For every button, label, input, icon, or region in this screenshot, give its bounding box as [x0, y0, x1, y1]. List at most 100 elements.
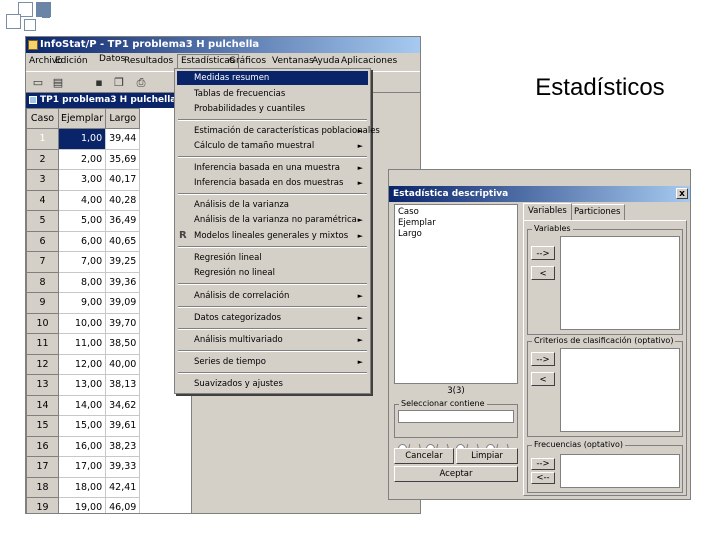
remove-freq-button[interactable]: <--: [531, 472, 555, 484]
menu-item-probabilidades[interactable]: Probabilidades y cuantiles: [177, 102, 368, 116]
row-number-cell[interactable]: 19: [26, 497, 59, 513]
menu-item-modelos-mixtos[interactable]: R Modelos lineales generales y mixtos ►: [177, 229, 368, 243]
column-header[interactable]: Largo: [105, 108, 141, 129]
table-row[interactable]: 1 1,00 39,44: [26, 128, 141, 150]
row-number-cell[interactable]: 16: [26, 435, 59, 457]
table-cell[interactable]: 39,36: [105, 271, 141, 293]
add-variable-button[interactable]: -->: [531, 246, 555, 260]
row-number-cell[interactable]: 5: [26, 210, 59, 232]
table-cell[interactable]: 8,00: [57, 271, 107, 293]
table-cell[interactable]: 36,49: [105, 210, 141, 232]
row-number-cell[interactable]: 13: [26, 374, 59, 396]
menu-item-medidas-resumen[interactable]: Medidas resumen: [177, 71, 368, 85]
menu-item-multivariado[interactable]: Análisis multivariado ►: [177, 333, 368, 347]
table-cell[interactable]: 13,00: [57, 374, 107, 396]
table-cell[interactable]: 39,61: [105, 415, 141, 437]
column-header[interactable]: Ejemplar: [57, 108, 107, 129]
menu-item-regresion-no-lineal[interactable]: Regresión no lineal: [177, 266, 368, 280]
table-cell[interactable]: 35,69: [105, 148, 141, 170]
copy-icon[interactable]: ❐: [112, 76, 126, 90]
table-cell[interactable]: 11,00: [57, 333, 107, 355]
row-number-cell[interactable]: 10: [26, 312, 59, 334]
menu-datos[interactable]: Datos: [99, 54, 125, 64]
row-number-cell[interactable]: 17: [26, 456, 59, 478]
row-number-cell[interactable]: 8: [26, 271, 59, 293]
menu-item-datos-categorizados[interactable]: Datos categorizados ►: [177, 311, 368, 325]
menu-item-dos-muestras[interactable]: Inferencia basada en dos muestras ►: [177, 176, 368, 190]
close-icon[interactable]: x: [676, 188, 688, 199]
row-number-cell[interactable]: 11: [26, 333, 59, 355]
accept-button[interactable]: Aceptar: [394, 466, 518, 482]
table-cell[interactable]: 38,23: [105, 435, 141, 457]
table-cell[interactable]: 39,25: [105, 251, 141, 273]
menu-item-anova-no-parametrica[interactable]: Análisis de la varianza no paramétrica ►: [177, 213, 368, 227]
row-number-cell[interactable]: 1: [26, 128, 59, 150]
table-cell[interactable]: 1,00: [57, 128, 107, 150]
table-cell[interactable]: 40,65: [105, 230, 141, 252]
save-icon[interactable]: ▪: [92, 76, 106, 90]
menu-resultados[interactable]: Resultados: [124, 56, 173, 66]
menu-ayuda[interactable]: Ayuda: [312, 56, 340, 66]
table-row[interactable]: 6 6,00 40,65: [26, 230, 141, 252]
table-cell[interactable]: 15,00: [57, 415, 107, 437]
list-item[interactable]: Largo: [398, 229, 514, 240]
table-cell[interactable]: 17,00: [57, 456, 107, 478]
table-cell[interactable]: 39,33: [105, 456, 141, 478]
menu-item-tablas-frecuencias[interactable]: Tablas de frecuencias: [177, 87, 368, 101]
remove-variable-button[interactable]: <: [531, 266, 555, 280]
table-row[interactable]: 18 18,00 42,41: [26, 476, 141, 498]
table-row[interactable]: 2 2,00 35,69: [26, 148, 141, 170]
table-cell[interactable]: 38,13: [105, 374, 141, 396]
row-number-cell[interactable]: 12: [26, 353, 59, 375]
selected-variables-list[interactable]: [560, 236, 680, 330]
tab-variables[interactable]: Variables: [523, 203, 572, 220]
cancel-button[interactable]: Cancelar: [394, 448, 454, 464]
table-cell[interactable]: 34,62: [105, 394, 141, 416]
menu-item-tamano-muestral[interactable]: Cálculo de tamaño muestral ►: [177, 139, 368, 153]
row-number-cell[interactable]: 15: [26, 415, 59, 437]
menu-edicion[interactable]: Edición: [55, 56, 88, 66]
table-cell[interactable]: 39,09: [105, 292, 141, 314]
table-row[interactable]: 5 5,00 36,49: [26, 210, 141, 232]
table-cell[interactable]: 12,00: [57, 353, 107, 375]
column-header[interactable]: Caso: [26, 108, 59, 129]
data-grid[interactable]: Caso Ejemplar Largo 1 1,00 39,44 2 2,00 35,69…: [26, 108, 141, 513]
table-cell[interactable]: 40,00: [105, 353, 141, 375]
table-cell[interactable]: 42,41: [105, 476, 141, 498]
table-cell[interactable]: 14,00: [57, 394, 107, 416]
criteria-list[interactable]: [560, 348, 680, 432]
table-cell[interactable]: 6,00: [57, 230, 107, 252]
table-row[interactable]: 11 11,00 38,50: [26, 333, 141, 355]
tab-particiones[interactable]: Particiones: [569, 204, 626, 220]
table-row[interactable]: 9 9,00 39,09: [26, 292, 141, 314]
table-cell[interactable]: 3,00: [57, 169, 107, 191]
row-number-cell[interactable]: 7: [26, 251, 59, 273]
menu-item-series-tiempo[interactable]: Series de tiempo ►: [177, 355, 368, 369]
add-criteria-button[interactable]: -->: [531, 352, 555, 366]
table-cell[interactable]: 16,00: [57, 435, 107, 457]
table-row[interactable]: 17 17,00 39,33: [26, 456, 141, 478]
table-row[interactable]: 10 10,00 39,70: [26, 312, 141, 334]
table-cell[interactable]: 5,00: [57, 210, 107, 232]
table-cell[interactable]: 19,00: [57, 497, 107, 513]
row-number-cell[interactable]: 4: [26, 189, 59, 211]
table-row[interactable]: 15 15,00 39,61: [26, 415, 141, 437]
menu-item-regresion-lineal[interactable]: Regresión lineal: [177, 251, 368, 265]
menu-item-suavizados[interactable]: Suavizados y ajustes: [177, 377, 368, 391]
row-number-cell[interactable]: 14: [26, 394, 59, 416]
menu-item-anova[interactable]: Análisis de la varianza: [177, 198, 368, 212]
open-folder-icon[interactable]: ▤: [51, 76, 65, 90]
freq-input[interactable]: [560, 454, 680, 488]
table-cell[interactable]: 2,00: [57, 148, 107, 170]
new-file-icon[interactable]: ▭: [31, 76, 45, 90]
table-cell[interactable]: 10,00: [57, 312, 107, 334]
menu-graficos[interactable]: Gráficos: [229, 56, 266, 66]
list-item[interactable]: Ejemplar: [398, 218, 514, 229]
menu-item-una-muestra[interactable]: Inferencia basada en una muestra ►: [177, 161, 368, 175]
menu-item-correlacion[interactable]: Análisis de correlación ►: [177, 289, 368, 303]
table-row[interactable]: 12 12,00 40,00: [26, 353, 141, 375]
table-cell[interactable]: 18,00: [57, 476, 107, 498]
row-number-cell[interactable]: 6: [26, 230, 59, 252]
variables-listbox[interactable]: Caso Ejemplar Largo: [394, 204, 518, 384]
table-cell[interactable]: 38,50: [105, 333, 141, 355]
